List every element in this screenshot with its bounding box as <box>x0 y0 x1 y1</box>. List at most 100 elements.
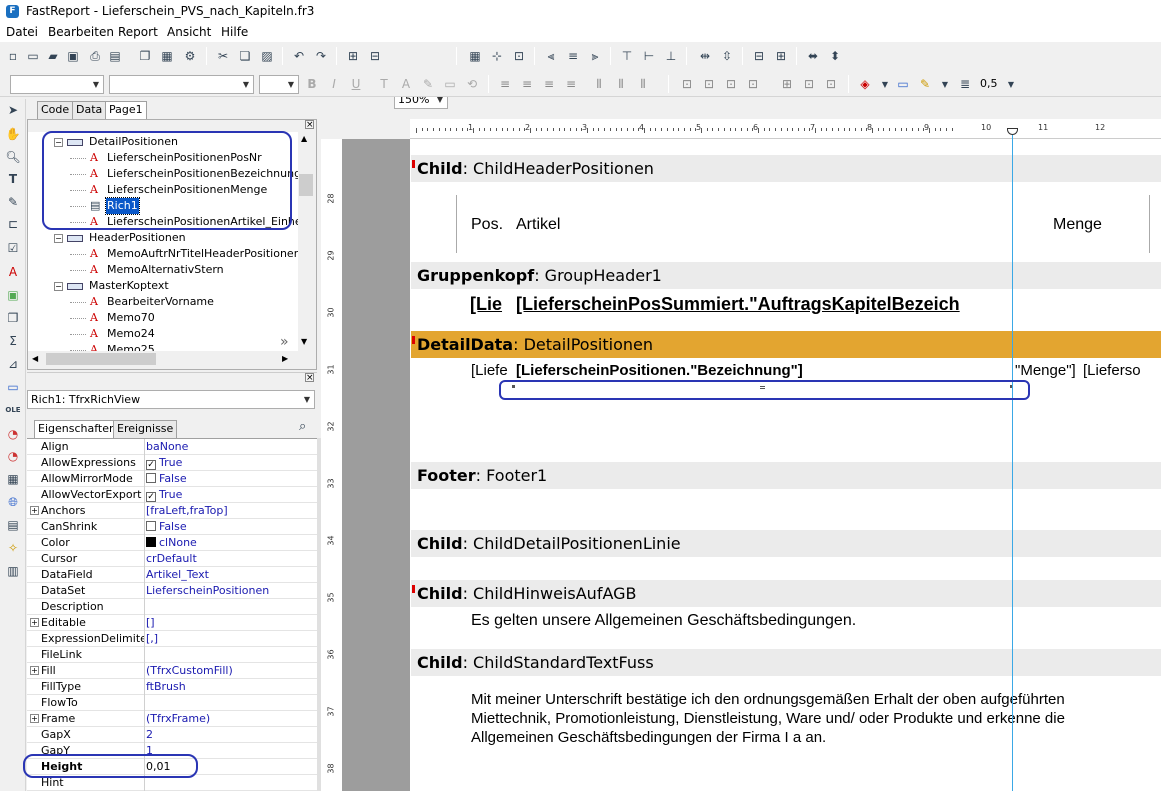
menu-datei[interactable]: Datei <box>6 25 38 39</box>
property-row[interactable]: FlowTo <box>27 695 317 711</box>
tree-horizontal-scrollbar[interactable]: ◀ ▶ <box>28 351 298 368</box>
paste-icon[interactable]: ▨ <box>258 47 276 65</box>
tree-item[interactable]: − MasterKoptext <box>28 278 298 294</box>
frame-bottom-icon[interactable]: ⊡ <box>700 75 718 93</box>
band-detail-positionen[interactable]: DetailData: DetailPositionen <box>411 331 1161 358</box>
property-value[interactable]: ✓ True <box>146 455 182 470</box>
gauge2-tool-icon[interactable]: ◔ <box>4 447 22 465</box>
frame-width-value[interactable]: 0,5 <box>980 77 998 90</box>
memo-menge[interactable]: Menge <box>1053 216 1102 234</box>
menu-report[interactable]: Report <box>118 25 158 39</box>
menu-hilfe[interactable]: Hilfe <box>221 25 248 39</box>
print-icon[interactable]: ⎙ <box>86 47 104 65</box>
center-horizontal-icon[interactable]: ⊟ <box>750 47 768 65</box>
band-footer[interactable]: Footer: Footer1 <box>411 462 1161 489</box>
menu-ansicht[interactable]: Ansicht <box>167 25 211 39</box>
property-row[interactable]: Color clNone <box>27 535 317 551</box>
barcode-tool-icon[interactable]: ▥ <box>4 562 22 580</box>
property-row[interactable]: Align baNone <box>27 439 317 455</box>
property-row[interactable]: Cursor crDefault <box>27 551 317 567</box>
property-row[interactable]: DataField Artikel_Text <box>27 567 317 583</box>
group-icon[interactable]: ⊞ <box>344 47 362 65</box>
menu-bearbeiten[interactable]: Bearbeiten <box>48 25 114 39</box>
expand-icon[interactable]: + <box>30 506 39 515</box>
checkbox-tool-icon[interactable]: ☑ <box>4 239 22 257</box>
memo-fuss-line3[interactable]: Allgemeinen Geschäftsbedingungen der Fir… <box>471 729 826 746</box>
tree-item[interactable]: A MemoAlternativStern <box>28 262 298 278</box>
band-child-standard-text-fuss[interactable]: Child: ChildStandardTextFuss <box>411 649 1161 676</box>
property-row[interactable]: AllowVectorExport ✓ True <box>27 487 317 503</box>
expand-icon[interactable]: + <box>30 666 39 675</box>
text-tool-icon[interactable]: T <box>4 170 22 188</box>
table-tool-icon[interactable]: ▦ <box>4 470 22 488</box>
property-row[interactable]: FileLink <box>27 647 317 663</box>
fill-color-icon[interactable]: ◈ <box>856 75 874 93</box>
frame-right-icon[interactable]: ⊡ <box>744 75 762 93</box>
property-row[interactable]: GapX 2 <box>27 727 317 743</box>
collapse-icon[interactable]: − <box>54 234 63 243</box>
diagram-tool-icon[interactable]: ✧ <box>4 539 22 557</box>
close-icon[interactable]: × <box>305 373 314 383</box>
zoom-tool-icon[interactable]: 🔍︎ <box>4 148 22 166</box>
checkbox[interactable] <box>146 473 156 483</box>
property-row[interactable]: Description <box>27 599 317 615</box>
redo-icon[interactable]: ↷ <box>312 47 330 65</box>
close-icon[interactable]: × <box>305 120 314 130</box>
property-value[interactable]: [] <box>146 615 155 630</box>
band-group-header[interactable]: Gruppenkopf: GroupHeader1 <box>411 262 1161 289</box>
font-size-select[interactable]: ▼ <box>259 75 299 94</box>
bold-icon[interactable]: B <box>303 75 321 93</box>
property-value[interactable]: ✓ True <box>146 487 182 502</box>
memo-lie[interactable]: [Lie <box>470 294 502 315</box>
text-align-center-icon[interactable]: ≡ <box>518 75 536 93</box>
chevron-left-icon[interactable]: ◀ <box>32 354 38 363</box>
frame-top-icon[interactable]: ⊡ <box>678 75 696 93</box>
tree-item[interactable]: A Memo25 <box>28 342 298 351</box>
property-row[interactable]: + Frame (TfrxFrame) <box>27 711 317 727</box>
band-child-detail-positionen-linie[interactable]: Child: ChildDetailPositionenLinie <box>411 530 1161 557</box>
property-value[interactable]: crDefault <box>146 551 197 566</box>
gauge-tool-icon[interactable]: ◔ <box>4 425 22 443</box>
space-vertical-icon[interactable]: ⇳ <box>718 47 736 65</box>
frame-all-icon[interactable]: ⊞ <box>778 75 796 93</box>
text-style-icon[interactable]: ▭ <box>441 75 459 93</box>
align-grid-icon[interactable]: ⊹ <box>488 47 506 65</box>
panel-splitter[interactable] <box>27 372 317 380</box>
style-select[interactable]: ▼ <box>10 75 104 94</box>
chevron-down-icon[interactable]: ▼ <box>301 337 307 346</box>
frame-shadow-icon[interactable]: ⊡ <box>822 75 840 93</box>
tree-item[interactable]: A Memo24 <box>28 326 298 342</box>
align-middle-icon[interactable]: ⊢ <box>640 47 658 65</box>
property-value[interactable]: (TfrxFrame) <box>146 711 210 726</box>
ungroup-icon[interactable]: ⊟ <box>366 47 384 65</box>
property-row[interactable]: DataSet LieferscheinPositionen <box>27 583 317 599</box>
double-chevron-right-icon[interactable]: » <box>280 334 289 350</box>
same-width-icon[interactable]: ⬌ <box>804 47 822 65</box>
expand-icon[interactable]: + <box>30 714 39 723</box>
grid-icon[interactable]: ▦ <box>466 47 484 65</box>
font-settings-icon[interactable]: T <box>375 75 393 93</box>
property-row[interactable]: + Editable [] <box>27 615 317 631</box>
chevron-right-icon[interactable]: ▶ <box>282 354 288 363</box>
tree-item[interactable]: − HeaderPositionen <box>28 230 298 246</box>
property-row[interactable]: + Fill (TfrxCustomFill) <box>27 663 317 679</box>
chevron-down-icon[interactable]: ▼ <box>936 75 954 93</box>
property-row[interactable]: AllowExpressions ✓ True <box>27 455 317 471</box>
valign-middle-icon[interactable]: ⦀ <box>612 75 630 93</box>
align-bottom-icon[interactable]: ⊥ <box>662 47 680 65</box>
property-value[interactable]: baNone <box>146 439 188 454</box>
align-left-icon[interactable]: ⫷ <box>542 47 560 65</box>
band-tool-icon[interactable]: ⊏ <box>4 215 22 233</box>
property-value[interactable]: 2 <box>146 727 153 742</box>
frame-none-icon[interactable]: ⊡ <box>800 75 818 93</box>
align-right-icon[interactable]: ⫸ <box>586 47 604 65</box>
checkbox[interactable]: ✓ <box>146 492 156 502</box>
band-child-header-positionen[interactable]: Child: ChildHeaderPositionen <box>411 155 1161 182</box>
format-painter-icon[interactable]: ✎ <box>4 193 22 211</box>
delete-page-icon[interactable]: ▦ <box>158 47 176 65</box>
memo-menge-field[interactable]: "Menge"] <box>1015 362 1076 379</box>
hand-tool-icon[interactable]: ✋ <box>4 125 22 143</box>
cut-icon[interactable]: ✂ <box>214 47 232 65</box>
tab-code[interactable]: Code <box>37 101 74 119</box>
search-icon[interactable]: ⌕ <box>299 419 306 434</box>
